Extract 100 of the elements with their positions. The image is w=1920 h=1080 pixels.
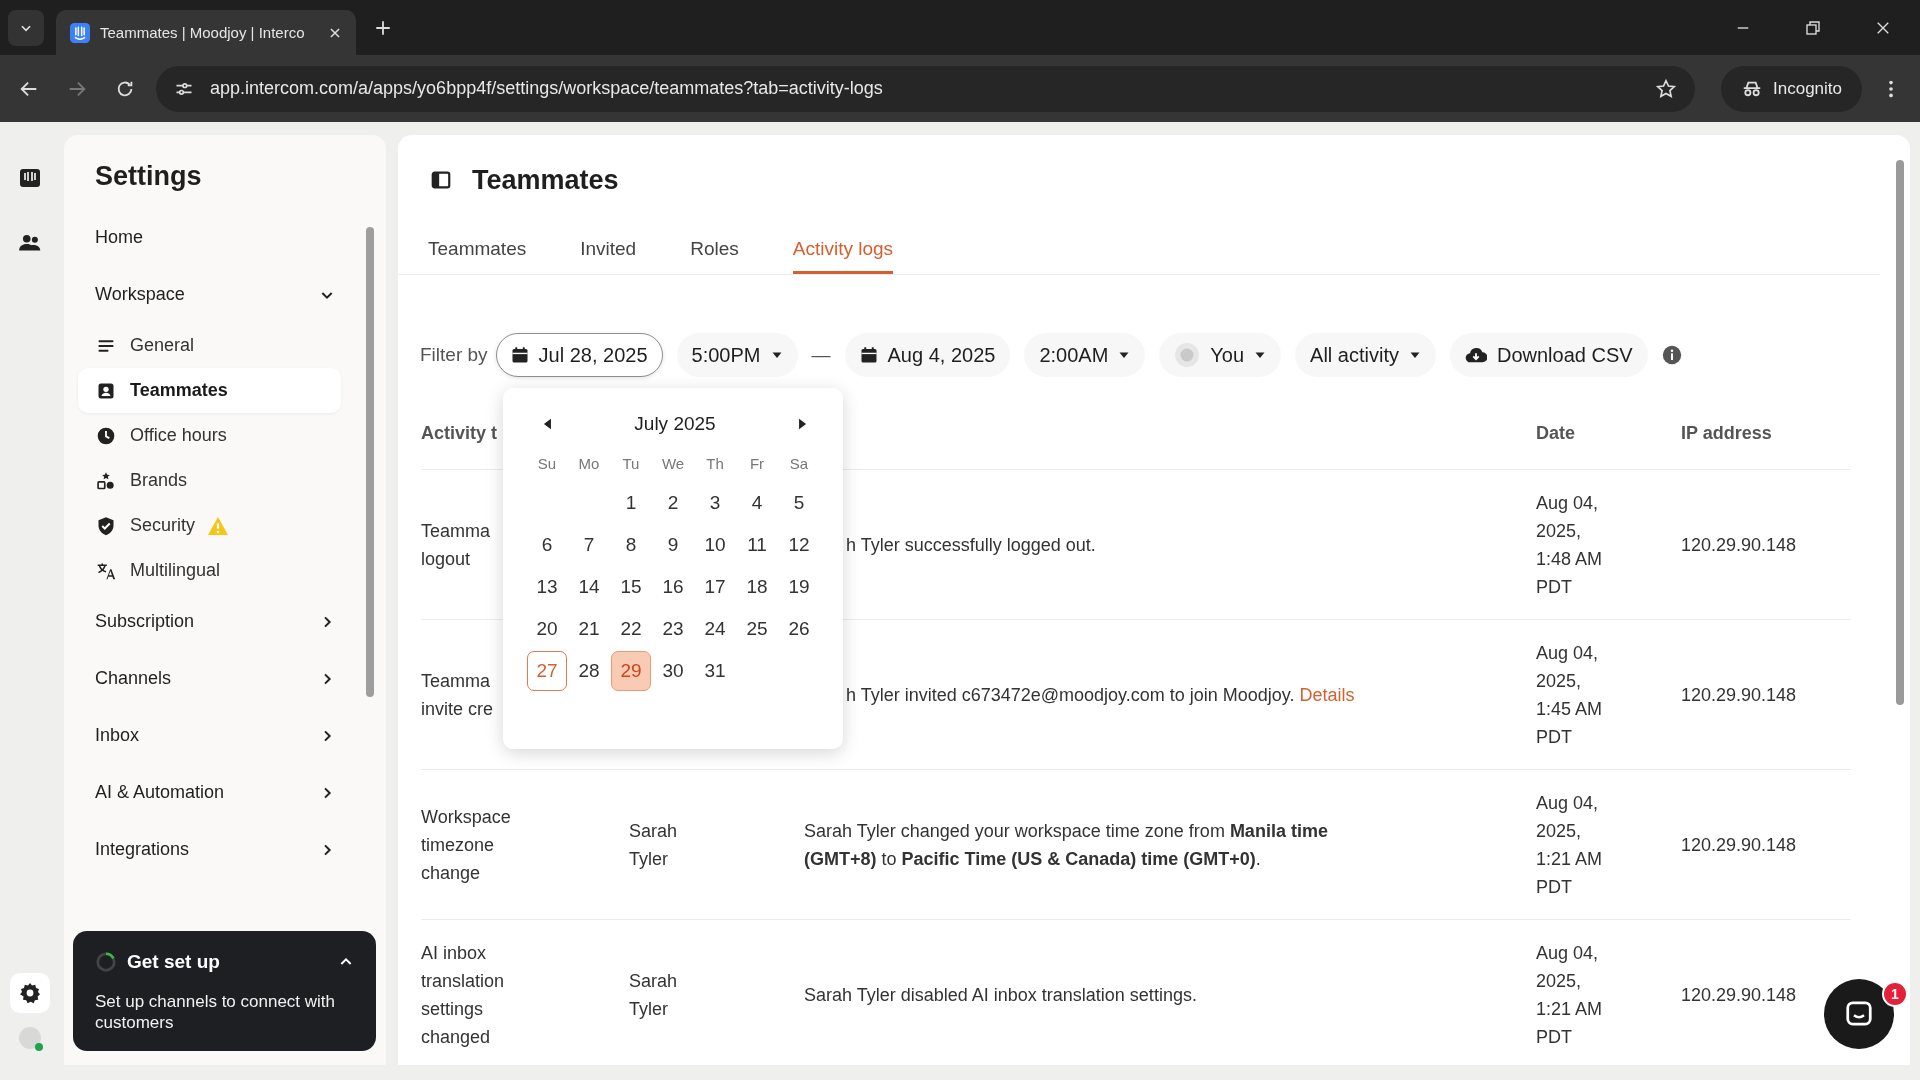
calendar-day[interactable]: 4 — [737, 483, 777, 523]
calendar-day[interactable]: 2 — [653, 483, 693, 523]
calendar-day[interactable]: 15 — [611, 567, 651, 607]
download-csv-button[interactable]: Download CSV — [1449, 333, 1648, 377]
table-cell-text: Sarah Tyler changed your workspace time zone from Manila time (GMT+8) to Pacific Time (US & Canada) time (GMT+0). — [804, 819, 1329, 871]
calendar-day[interactable]: 24 — [695, 609, 735, 649]
close-icon[interactable] — [328, 25, 342, 40]
settings-button[interactable] — [10, 973, 50, 1013]
start-time-dropdown[interactable]: 5:00PM — [676, 333, 798, 377]
calendar-day[interactable]: 21 — [569, 609, 609, 649]
weekday-label: Fr — [748, 453, 766, 474]
month-label: July 2025 — [634, 413, 716, 435]
weekday-label: Th — [705, 453, 725, 474]
weekday-label: Su — [536, 453, 558, 474]
calendar-icon — [859, 346, 878, 364]
start-date-button[interactable]: Jul 28, 2025 — [495, 333, 663, 377]
teammate-dropdown[interactable]: You — [1159, 333, 1282, 377]
calendar-day[interactable]: 26 — [779, 609, 819, 649]
calendar-day[interactable]: 13 — [527, 567, 567, 607]
activity-dropdown[interactable]: All activity — [1295, 333, 1436, 377]
calendar-day[interactable]: 12 — [779, 525, 819, 565]
calendar-day[interactable]: 1 — [611, 483, 651, 523]
sidebar-subitem[interactable]: Office hours — [78, 413, 341, 458]
settings-icon — [18, 981, 42, 1005]
column-header: Activity t — [421, 422, 498, 443]
tab[interactable]: Activity logs — [792, 224, 894, 274]
weekday-label: We — [660, 453, 686, 474]
menu-item-icon — [96, 470, 116, 491]
avatar-icon — [1174, 342, 1201, 368]
restore-icon[interactable] — [1804, 18, 1822, 37]
sidebar-item[interactable]: Channels — [78, 650, 365, 707]
calendar-day[interactable]: 20 — [527, 609, 567, 649]
user-avatar[interactable] — [19, 1027, 41, 1049]
info-icon[interactable] — [1661, 345, 1682, 365]
table-cell-text: 120.29.90.148 — [1681, 983, 1798, 1007]
table-cell-text: Aug 04, 2025, 1:21 AM PDT — [1536, 791, 1604, 899]
tab[interactable]: Roles — [690, 224, 739, 274]
table-cell-text: 120.29.90.148 — [1681, 833, 1798, 857]
sidebar-item[interactable]: Subscription — [78, 593, 365, 650]
calendar-day[interactable]: 11 — [737, 525, 777, 565]
calendar-day[interactable]: 22 — [611, 609, 651, 649]
calendar-day[interactable]: 17 — [695, 567, 735, 607]
page-title: Teammates — [472, 164, 619, 196]
calendar-day[interactable]: 27 — [527, 651, 567, 691]
weekday-label: Tu — [621, 453, 641, 474]
sidebar-item[interactable]: Workspace — [78, 266, 365, 323]
table-cell-text: Aug 04, 2025, 1:45 AM PDT — [1536, 641, 1604, 749]
column-header: Date — [1536, 422, 1576, 444]
calendar-day[interactable]: 8 — [611, 525, 651, 565]
calendar-day[interactable]: 18 — [737, 567, 777, 607]
calendar-day[interactable]: 7 — [569, 525, 609, 565]
calendar-day[interactable]: 14 — [569, 567, 609, 607]
sidebar-subitem[interactable]: Teammates — [78, 368, 341, 413]
sidebar-item[interactable]: Home — [78, 209, 365, 266]
range-separator: — — [811, 344, 831, 366]
sidebar-item[interactable]: Integrations — [78, 821, 365, 878]
address-bar[interactable]: app.intercom.com/a/apps/yo6bpp4f/settings/workspace/teammates?tab=activity-logs — [156, 65, 1695, 112]
table-cell-text: 120.29.90.148 — [1681, 683, 1798, 707]
calendar-day[interactable]: 19 — [779, 567, 819, 607]
sidebar-item[interactable]: AI & Automation — [78, 764, 365, 821]
calendar-day[interactable]: 30 — [653, 651, 693, 691]
sidebar-subitem[interactable]: Security — [78, 503, 341, 548]
end-time-dropdown[interactable]: 2:00AM — [1024, 333, 1146, 377]
sidebar-subitem[interactable]: Multilingual — [78, 548, 341, 593]
inbox-icon[interactable] — [18, 166, 42, 190]
calendar-day[interactable]: 6 — [527, 525, 567, 565]
column-header: IP address — [1681, 422, 1773, 444]
calendar-day[interactable]: 5 — [779, 483, 819, 523]
calendar-day[interactable]: 9 — [653, 525, 693, 565]
tab[interactable]: Teammates — [428, 224, 527, 274]
table-cell-text: Teamma invite cre — [421, 669, 494, 721]
calendar-icon — [510, 346, 529, 364]
sidebar-subitem[interactable]: General — [78, 323, 341, 368]
star-icon[interactable] — [1655, 77, 1677, 100]
filter-label: Filter by — [420, 344, 488, 366]
calendar-day[interactable]: 28 — [569, 651, 609, 691]
sidebar-item[interactable]: Inbox — [78, 707, 365, 764]
calendar-day[interactable]: 16 — [653, 567, 693, 607]
table-cell-text: AI inbox translation settings changed — [421, 941, 505, 1049]
setup-title: Get set up — [127, 950, 220, 973]
new-tab-icon[interactable] — [374, 18, 392, 37]
calendar-day[interactable]: 10 — [695, 525, 735, 565]
calendar-day[interactable]: 25 — [737, 609, 777, 649]
tab-title: Teammates | Moodjoy | Interco — [100, 24, 306, 41]
table-cell-text: 120.29.90.148 — [1681, 533, 1798, 557]
calendar-day[interactable]: 3 — [695, 483, 735, 523]
browser-tab[interactable]: Teammates | Moodjoy | Interco — [56, 10, 356, 55]
tab[interactable]: Invited — [580, 224, 637, 274]
end-date-button[interactable]: Aug 4, 2025 — [844, 333, 1011, 377]
details-link[interactable]: Details — [1299, 684, 1355, 705]
cloud-download-icon — [1464, 345, 1487, 365]
sidebar-toggle-icon[interactable] — [430, 169, 452, 191]
calendar-day[interactable]: 31 — [695, 651, 735, 691]
sidebar-subitem[interactable]: Brands — [78, 458, 341, 503]
table-cell-text: Workspace timezone change — [421, 805, 511, 885]
calendar-day[interactable]: 23 — [653, 609, 693, 649]
setup-text: Set up channels to connect with customers — [95, 990, 337, 1033]
table-cell-text: Sarah Tyler — [629, 819, 679, 871]
incognito-button[interactable]: Incognito — [1721, 65, 1862, 112]
table-cell-text: Aug 04, 2025, 1:21 AM PDT — [1536, 941, 1604, 1049]
